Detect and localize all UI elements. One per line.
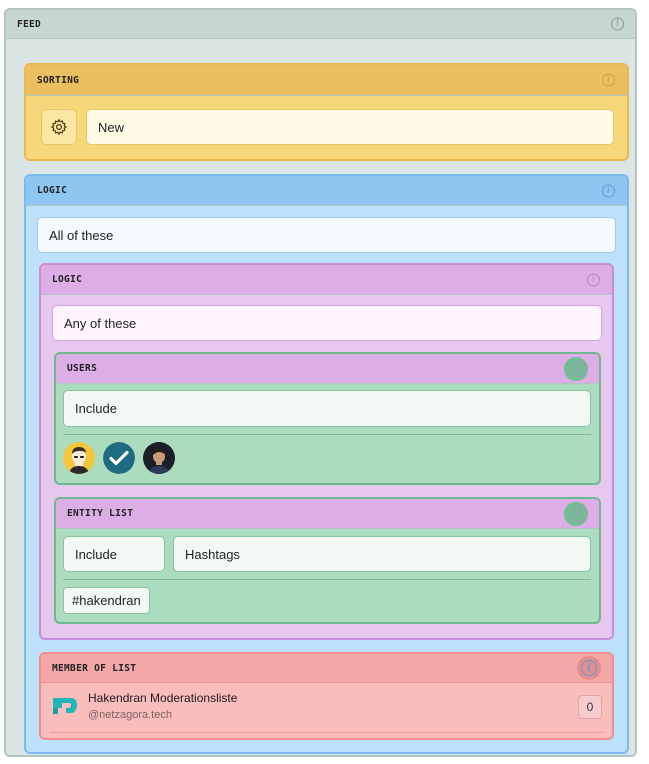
info-icon[interactable]: i [602,73,615,87]
list-count-badge: 0 [578,695,602,719]
info-icon[interactable]: i [602,184,615,197]
users-mode-select[interactable]: Include [63,390,591,427]
logic-block-outer: LOGIC i All of these LOGIC i Any of thes… [24,174,629,754]
info-icon[interactable]: i [611,17,624,31]
info-icon[interactable]: i [581,660,597,676]
divider [63,579,591,580]
sorting-title: SORTING [37,74,80,86]
member-of-list-block: MEMBER OF LIST i Hakendran Moderationsli… [39,652,614,740]
feed-title: FEED [17,18,42,30]
users-block: USERS i Include [54,352,601,485]
list-logo-icon [53,698,77,714]
user-avatar[interactable] [143,442,175,474]
entity-type-select[interactable]: Hashtags [173,536,591,572]
sorting-block: SORTING i New [24,63,629,161]
divider [50,732,603,733]
list-name[interactable]: Hakendran Moderationsliste [88,691,237,705]
users-header: USERS i [56,354,599,384]
user-avatar-1-image [63,442,95,474]
divider [63,434,591,435]
users-title: USERS [67,363,98,374]
logic-outer-title: LOGIC [37,185,68,196]
entity-list-header: ENTITY LIST i [56,499,599,529]
entity-mode-select[interactable]: Include [63,536,165,572]
logic-outer-select[interactable]: All of these [37,217,616,253]
member-of-list-title: MEMBER OF LIST [52,662,137,674]
feed-panel: FEED i SORTING i New LOGIC i All of thes… [4,8,637,757]
sorting-header: SORTING i [26,65,627,96]
entity-list-block: ENTITY LIST i Include Hashtags #hakendra… [54,497,601,624]
logic-inner-title: LOGIC [52,274,83,285]
user-avatar-2-image [103,442,135,474]
gear-icon-button[interactable] [41,109,77,145]
logic-outer-header: LOGIC i [26,176,627,206]
user-avatar-3-image [143,442,175,474]
info-icon[interactable]: i [587,273,600,286]
sorting-select[interactable]: New [86,109,614,145]
gear-icon [50,118,68,136]
info-icon[interactable]: i [571,360,587,377]
feed-header: FEED i [6,10,635,39]
entity-list-title: ENTITY LIST [67,508,134,519]
user-avatar[interactable] [63,442,95,474]
logic-inner-select[interactable]: Any of these [52,305,602,341]
list-handle: @netzagora.tech [88,709,172,721]
member-of-list-header: MEMBER OF LIST i [41,654,612,683]
user-avatar[interactable] [103,442,135,474]
logic-inner-header: LOGIC i [41,265,612,295]
info-icon[interactable]: i [571,505,587,522]
hashtag-chip[interactable]: #hakendran [63,587,150,614]
logic-block-inner: LOGIC i Any of these USERS i Include ENT… [39,263,614,640]
